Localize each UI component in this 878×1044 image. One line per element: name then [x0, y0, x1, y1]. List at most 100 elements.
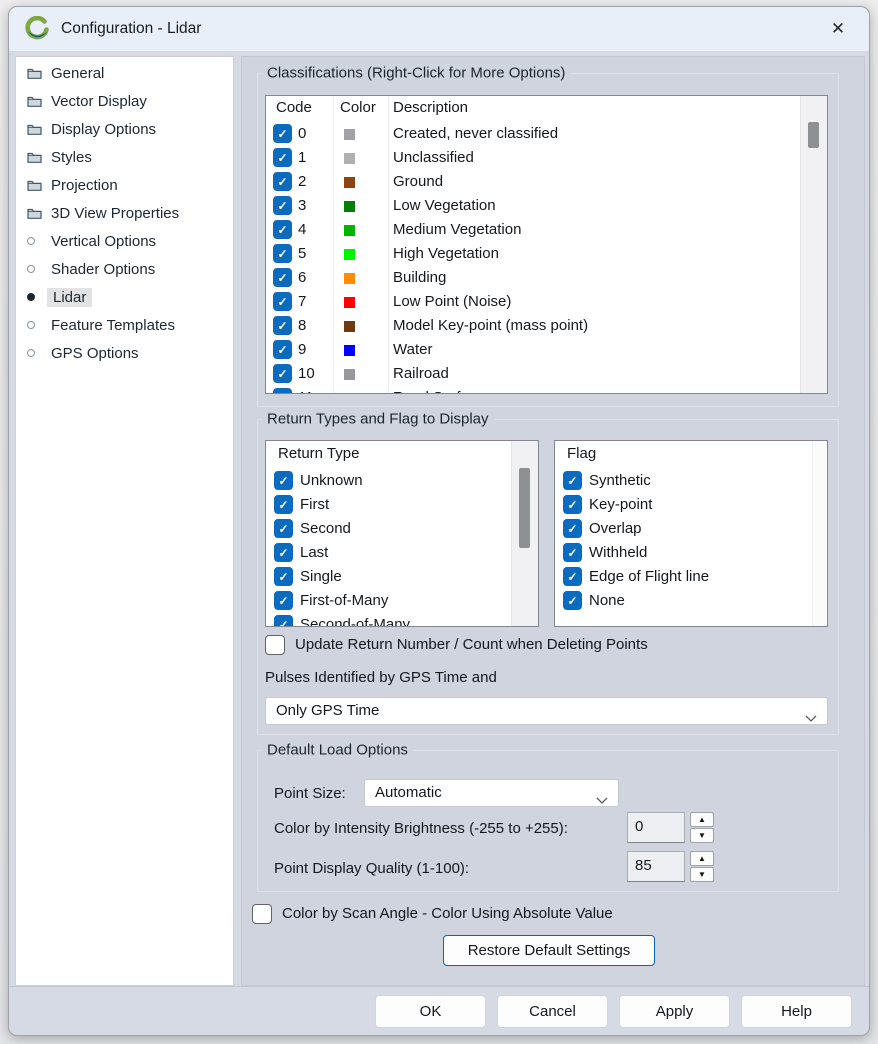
flag-checkbox[interactable]: ✓ — [563, 543, 582, 562]
return-type-item-unknown: ✓Unknown — [266, 469, 538, 493]
folder-icon — [27, 67, 44, 79]
classification-color-swatch[interactable] — [344, 273, 355, 284]
sidebar-item-vertical-options[interactable]: Vertical Options — [16, 227, 233, 255]
classification-checkbox[interactable]: ✓ — [273, 244, 292, 263]
classification-description: Road Surface — [393, 389, 485, 394]
folder-icon — [27, 123, 44, 135]
window-title: Configuration - Lidar — [61, 7, 201, 51]
classification-color-swatch[interactable] — [344, 321, 355, 332]
flag-checkbox[interactable]: ✓ — [563, 591, 582, 610]
classification-color-swatch[interactable] — [344, 297, 355, 308]
classification-code: 9 — [298, 341, 306, 358]
sidebar-item-feature-templates[interactable]: Feature Templates — [16, 311, 233, 339]
classification-code: 3 — [298, 197, 306, 214]
classification-row-8: ✓8Model Key-point (mass point) — [266, 314, 827, 338]
classification-checkbox[interactable]: ✓ — [273, 364, 292, 383]
return-type-checkbox[interactable]: ✓ — [274, 615, 293, 627]
spin-up-icon[interactable]: ▲ — [690, 851, 714, 866]
return-type-scrollbar[interactable] — [511, 441, 538, 626]
classifications-scrollbar[interactable] — [800, 96, 827, 393]
flag-checkbox[interactable]: ✓ — [563, 495, 582, 514]
classification-description: Ground — [393, 173, 443, 190]
spin-up-icon[interactable]: ▲ — [690, 812, 714, 827]
sidebar-item-general[interactable]: General — [16, 59, 233, 87]
scan-angle-checkbox[interactable] — [252, 904, 272, 924]
classification-checkbox[interactable]: ✓ — [273, 388, 292, 394]
scrollbar-thumb[interactable] — [808, 122, 819, 148]
flag-item-synthetic: ✓Synthetic — [555, 469, 827, 493]
sidebar-item-vector-display[interactable]: Vector Display — [16, 87, 233, 115]
flag-item-edge-of-flight-line: ✓Edge of Flight line — [555, 565, 827, 589]
classification-checkbox[interactable]: ✓ — [273, 172, 292, 191]
pulses-gps-label: Pulses Identified by GPS Time and — [265, 669, 497, 686]
flag-checkbox[interactable]: ✓ — [563, 567, 582, 586]
classification-checkbox[interactable]: ✓ — [273, 340, 292, 359]
classification-code: 7 — [298, 293, 306, 310]
display-quality-field[interactable]: 85 — [627, 851, 685, 882]
spin-down-icon[interactable]: ▼ — [690, 867, 714, 882]
classification-checkbox[interactable]: ✓ — [273, 220, 292, 239]
classification-color-swatch[interactable] — [344, 201, 355, 212]
help-button[interactable]: Help — [741, 995, 852, 1028]
display-quality-value: 85 — [635, 857, 652, 874]
flag-list: Flag ✓Synthetic✓Key-point✓Overlap✓Withhe… — [554, 440, 828, 627]
apply-button[interactable]: Apply — [619, 995, 730, 1028]
flag-checkbox[interactable]: ✓ — [563, 519, 582, 538]
sidebar-item-projection[interactable]: Projection — [16, 171, 233, 199]
classification-description: Medium Vegetation — [393, 221, 521, 238]
classification-color-swatch[interactable] — [344, 177, 355, 188]
classification-color-swatch[interactable] — [344, 393, 355, 394]
sidebar-item-styles[interactable]: Styles — [16, 143, 233, 171]
classification-description: Model Key-point (mass point) — [393, 317, 588, 334]
pulses-gps-combo[interactable]: Only GPS Time — [265, 697, 828, 725]
ok-button[interactable]: OK — [375, 995, 486, 1028]
description-column-header: Description — [393, 99, 468, 116]
classification-color-swatch[interactable] — [344, 369, 355, 380]
close-icon[interactable]: ✕ — [823, 15, 853, 43]
classification-color-swatch[interactable] — [344, 345, 355, 356]
spin-down-icon[interactable]: ▼ — [690, 828, 714, 843]
return-type-checkbox[interactable]: ✓ — [274, 591, 293, 610]
point-size-combo[interactable]: Automatic — [364, 779, 619, 807]
intensity-brightness-field[interactable]: 0 — [627, 812, 685, 843]
return-type-checkbox[interactable]: ✓ — [274, 495, 293, 514]
return-type-checkbox[interactable]: ✓ — [274, 543, 293, 562]
return-type-checkbox[interactable]: ✓ — [274, 519, 293, 538]
classification-checkbox[interactable]: ✓ — [273, 292, 292, 311]
return-type-item-first-of-many: ✓First-of-Many — [266, 589, 538, 613]
color-column-header: Color — [340, 99, 376, 116]
classification-checkbox[interactable]: ✓ — [273, 196, 292, 215]
sidebar-item-lidar[interactable]: Lidar — [16, 283, 233, 311]
scrollbar-thumb[interactable] — [519, 468, 530, 548]
sidebar-item-gps-options[interactable]: GPS Options — [16, 339, 233, 367]
flag-item-overlap: ✓Overlap — [555, 517, 827, 541]
classification-row-7: ✓7Low Point (Noise) — [266, 290, 827, 314]
classification-description: Railroad — [393, 365, 449, 382]
classification-checkbox[interactable]: ✓ — [273, 316, 292, 335]
classification-code: 10 — [298, 365, 315, 382]
sidebar-item-shader-options[interactable]: Shader Options — [16, 255, 233, 283]
return-type-checkbox[interactable]: ✓ — [274, 471, 293, 490]
classification-color-swatch[interactable] — [344, 249, 355, 260]
restore-default-settings-button[interactable]: Restore Default Settings — [443, 935, 655, 966]
classification-checkbox[interactable]: ✓ — [273, 148, 292, 167]
sidebar-item-3d-view-properties[interactable]: 3D View Properties — [16, 199, 233, 227]
classification-color-swatch[interactable] — [344, 129, 355, 140]
classification-color-swatch[interactable] — [344, 153, 355, 164]
flag-checkbox[interactable]: ✓ — [563, 471, 582, 490]
classification-description: Building — [393, 269, 446, 286]
code-column-header: Code — [276, 99, 312, 116]
cancel-button[interactable]: Cancel — [497, 995, 608, 1028]
return-type-checkbox[interactable]: ✓ — [274, 567, 293, 586]
classification-description: Unclassified — [393, 149, 474, 166]
classification-checkbox[interactable]: ✓ — [273, 268, 292, 287]
return-types-group-title: Return Types and Flag to Display — [262, 411, 494, 428]
classification-color-swatch[interactable] — [344, 225, 355, 236]
classification-row-1: ✓1Unclassified — [266, 146, 827, 170]
classification-checkbox[interactable]: ✓ — [273, 124, 292, 143]
flag-list-header: Flag — [567, 445, 596, 462]
titlebar: Configuration - Lidar ✕ — [9, 7, 869, 51]
update-return-number-checkbox[interactable] — [265, 635, 285, 655]
sidebar-item-display-options[interactable]: Display Options — [16, 115, 233, 143]
return-type-item-second-of-many: ✓Second-of-Many — [266, 613, 538, 627]
